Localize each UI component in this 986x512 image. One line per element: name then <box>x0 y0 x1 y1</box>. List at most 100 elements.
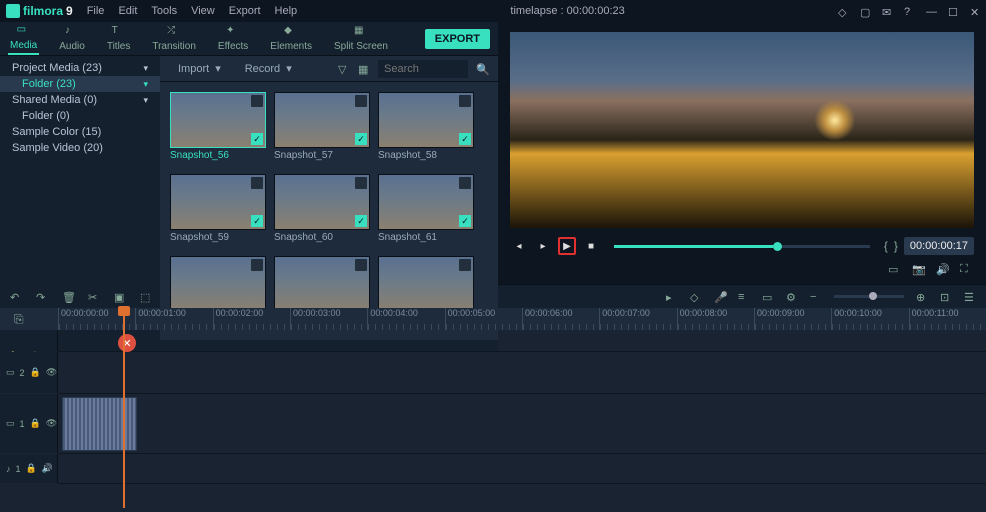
delete-marker[interactable]: ✕ <box>118 334 136 352</box>
msg-icon[interactable]: ✉ <box>882 6 892 16</box>
tab-split-screen[interactable]: ▦Split Screen <box>332 23 390 54</box>
lock-icon[interactable]: 🔒 <box>30 418 41 429</box>
import-dropdown[interactable]: Import ▾ <box>170 59 229 78</box>
ruler-tick: 00:00:08:00 <box>677 308 754 330</box>
zoom-handle[interactable] <box>869 292 877 300</box>
tab-effects[interactable]: ✦Effects <box>216 23 250 54</box>
track-spacer <box>58 330 986 352</box>
prev-frame-button[interactable]: ◂ <box>510 237 528 255</box>
quality-icon[interactable]: ▭ <box>888 263 900 275</box>
split-icon: ▦ <box>354 25 368 39</box>
undo-icon[interactable]: ↶ <box>10 291 22 303</box>
scrubber[interactable] <box>614 245 870 248</box>
link-icon[interactable]: ⎘ <box>14 312 24 327</box>
chevron-down-icon: ▾ <box>143 79 148 90</box>
scrub-handle[interactable] <box>773 242 782 251</box>
preview-viewport[interactable] <box>510 32 974 228</box>
tree-label: Shared Media (0) <box>12 94 97 106</box>
volume-icon[interactable]: 🔊 <box>42 463 53 474</box>
play-button[interactable]: ▶ <box>558 237 576 255</box>
mark-in-icon[interactable]: { <box>884 239 888 253</box>
lock-icon[interactable]: 🔒 <box>30 367 41 378</box>
ruler-tick: 00:00:03:00 <box>290 308 367 330</box>
video-clip[interactable] <box>62 397 137 451</box>
menu-export[interactable]: Export <box>229 5 261 17</box>
zoom-in-icon[interactable]: ⊕ <box>916 291 928 303</box>
timeline: ⎘ 00:00:00:00 00:00:01:00 00:00:02:00 00… <box>0 308 986 510</box>
eye-icon[interactable]: 👁 <box>46 418 57 429</box>
marker-icon[interactable]: ◇ <box>690 291 702 303</box>
notify-icon[interactable]: ▢ <box>860 6 870 16</box>
manage-tracks-icon[interactable]: ☰ <box>964 291 976 303</box>
tree-shared-media[interactable]: Shared Media (0)▾ <box>0 92 160 108</box>
split-icon[interactable]: ✂ <box>88 291 100 303</box>
thumbnail[interactable]: ✓Snapshot_58 <box>378 92 474 166</box>
chevron-down-icon: ▾ <box>286 62 292 75</box>
tab-media[interactable]: ▭Media <box>8 22 39 55</box>
voice-icon[interactable]: 🎤 <box>714 291 726 303</box>
mark-out-icon[interactable]: } <box>894 239 898 253</box>
eye-icon[interactable]: 👁 <box>46 367 57 378</box>
next-frame-button[interactable]: ▸ <box>534 237 552 255</box>
search-icon[interactable]: 🔍 <box>476 63 488 75</box>
volume-icon[interactable]: 🔊 <box>936 263 948 275</box>
user-icon[interactable]: ◇ <box>838 6 848 16</box>
zoom-fit-icon[interactable]: ⊡ <box>940 291 952 303</box>
menu-edit[interactable]: Edit <box>118 5 137 17</box>
tree-project-media[interactable]: Project Media (23)▾ <box>0 60 160 76</box>
thumbnail[interactable]: ✓Snapshot_60 <box>274 174 370 248</box>
playhead[interactable] <box>123 308 125 508</box>
maximize-icon[interactable]: ☐ <box>948 6 958 16</box>
thumbnail[interactable]: ✓Snapshot_57 <box>274 92 370 166</box>
tab-audio[interactable]: ♪Audio <box>57 23 87 54</box>
render-icon[interactable]: ▭ <box>762 291 774 303</box>
zoom-slider[interactable] <box>834 295 904 298</box>
redo-icon[interactable]: ↷ <box>36 291 48 303</box>
search-input[interactable] <box>378 60 468 78</box>
tree-sample-video[interactable]: Sample Video (20) <box>0 140 160 156</box>
minimize-icon[interactable]: — <box>926 6 936 16</box>
record-dropdown[interactable]: Record ▾ <box>237 59 300 78</box>
edit-icon[interactable]: ⬚ <box>140 291 152 303</box>
tree-folder-23[interactable]: Folder (23)▾ <box>0 76 160 92</box>
menu-help[interactable]: Help <box>275 5 298 17</box>
tab-elements[interactable]: ◆Elements <box>268 23 314 54</box>
media-panel: ▭Media ♪Audio TTitles ⤮Transition ✦Effec… <box>0 22 498 284</box>
menu-tools[interactable]: Tools <box>151 5 177 17</box>
settings-icon[interactable]: ⚙ <box>786 291 798 303</box>
thumbnail[interactable]: ✓Snapshot_56 <box>170 92 266 166</box>
fullscreen-icon[interactable]: ⛶ <box>960 263 972 275</box>
tab-titles[interactable]: TTitles <box>105 23 133 54</box>
thumbnail[interactable]: ✓Snapshot_59 <box>170 174 266 248</box>
grid-view-icon[interactable]: ▦ <box>358 63 370 75</box>
badge-icon <box>459 95 471 107</box>
mixer-icon[interactable]: ≡ <box>738 291 750 303</box>
scrub-fill <box>614 245 773 248</box>
snapshot-icon[interactable]: 📷 <box>912 263 924 275</box>
tab-transition[interactable]: ⤮Transition <box>150 23 198 54</box>
thumb-image: ✓ <box>378 92 474 148</box>
filter-icon[interactable]: ▽ <box>338 63 350 75</box>
thumbnail[interactable]: ✓Snapshot_61 <box>378 174 474 248</box>
audio-track-1[interactable]: ♪ 1 🔒 🔊 <box>58 454 986 484</box>
play-tl-icon[interactable]: ▸ <box>666 291 678 303</box>
tab-label: Audio <box>59 41 85 52</box>
ruler-tick: 00:00:11:00 <box>909 308 986 330</box>
menu-file[interactable]: File <box>87 5 105 17</box>
ruler[interactable]: ⎘ 00:00:00:00 00:00:01:00 00:00:02:00 00… <box>0 308 986 330</box>
tree-sample-color[interactable]: Sample Color (15) <box>0 124 160 140</box>
tree-folder-0[interactable]: Folder (0) <box>0 108 160 124</box>
delete-icon[interactable]: 🗑 <box>62 291 74 303</box>
help-icon[interactable]: ? <box>904 6 914 16</box>
menu-view[interactable]: View <box>191 5 215 17</box>
export-button[interactable]: EXPORT <box>425 29 490 49</box>
zoom-out-icon[interactable]: − <box>810 291 822 303</box>
video-track-2[interactable]: ▭ 2 🔒 👁 ✕ <box>58 352 986 394</box>
stop-button[interactable]: ■ <box>582 237 600 255</box>
crop-icon[interactable]: ▣ <box>114 291 126 303</box>
check-icon: ✓ <box>355 133 367 145</box>
track-num: 1 <box>16 464 21 474</box>
lock-icon[interactable]: 🔒 <box>26 463 37 474</box>
video-track-1[interactable]: ▭ 1 🔒 👁 <box>58 394 986 454</box>
close-icon[interactable]: ✕ <box>970 6 980 16</box>
